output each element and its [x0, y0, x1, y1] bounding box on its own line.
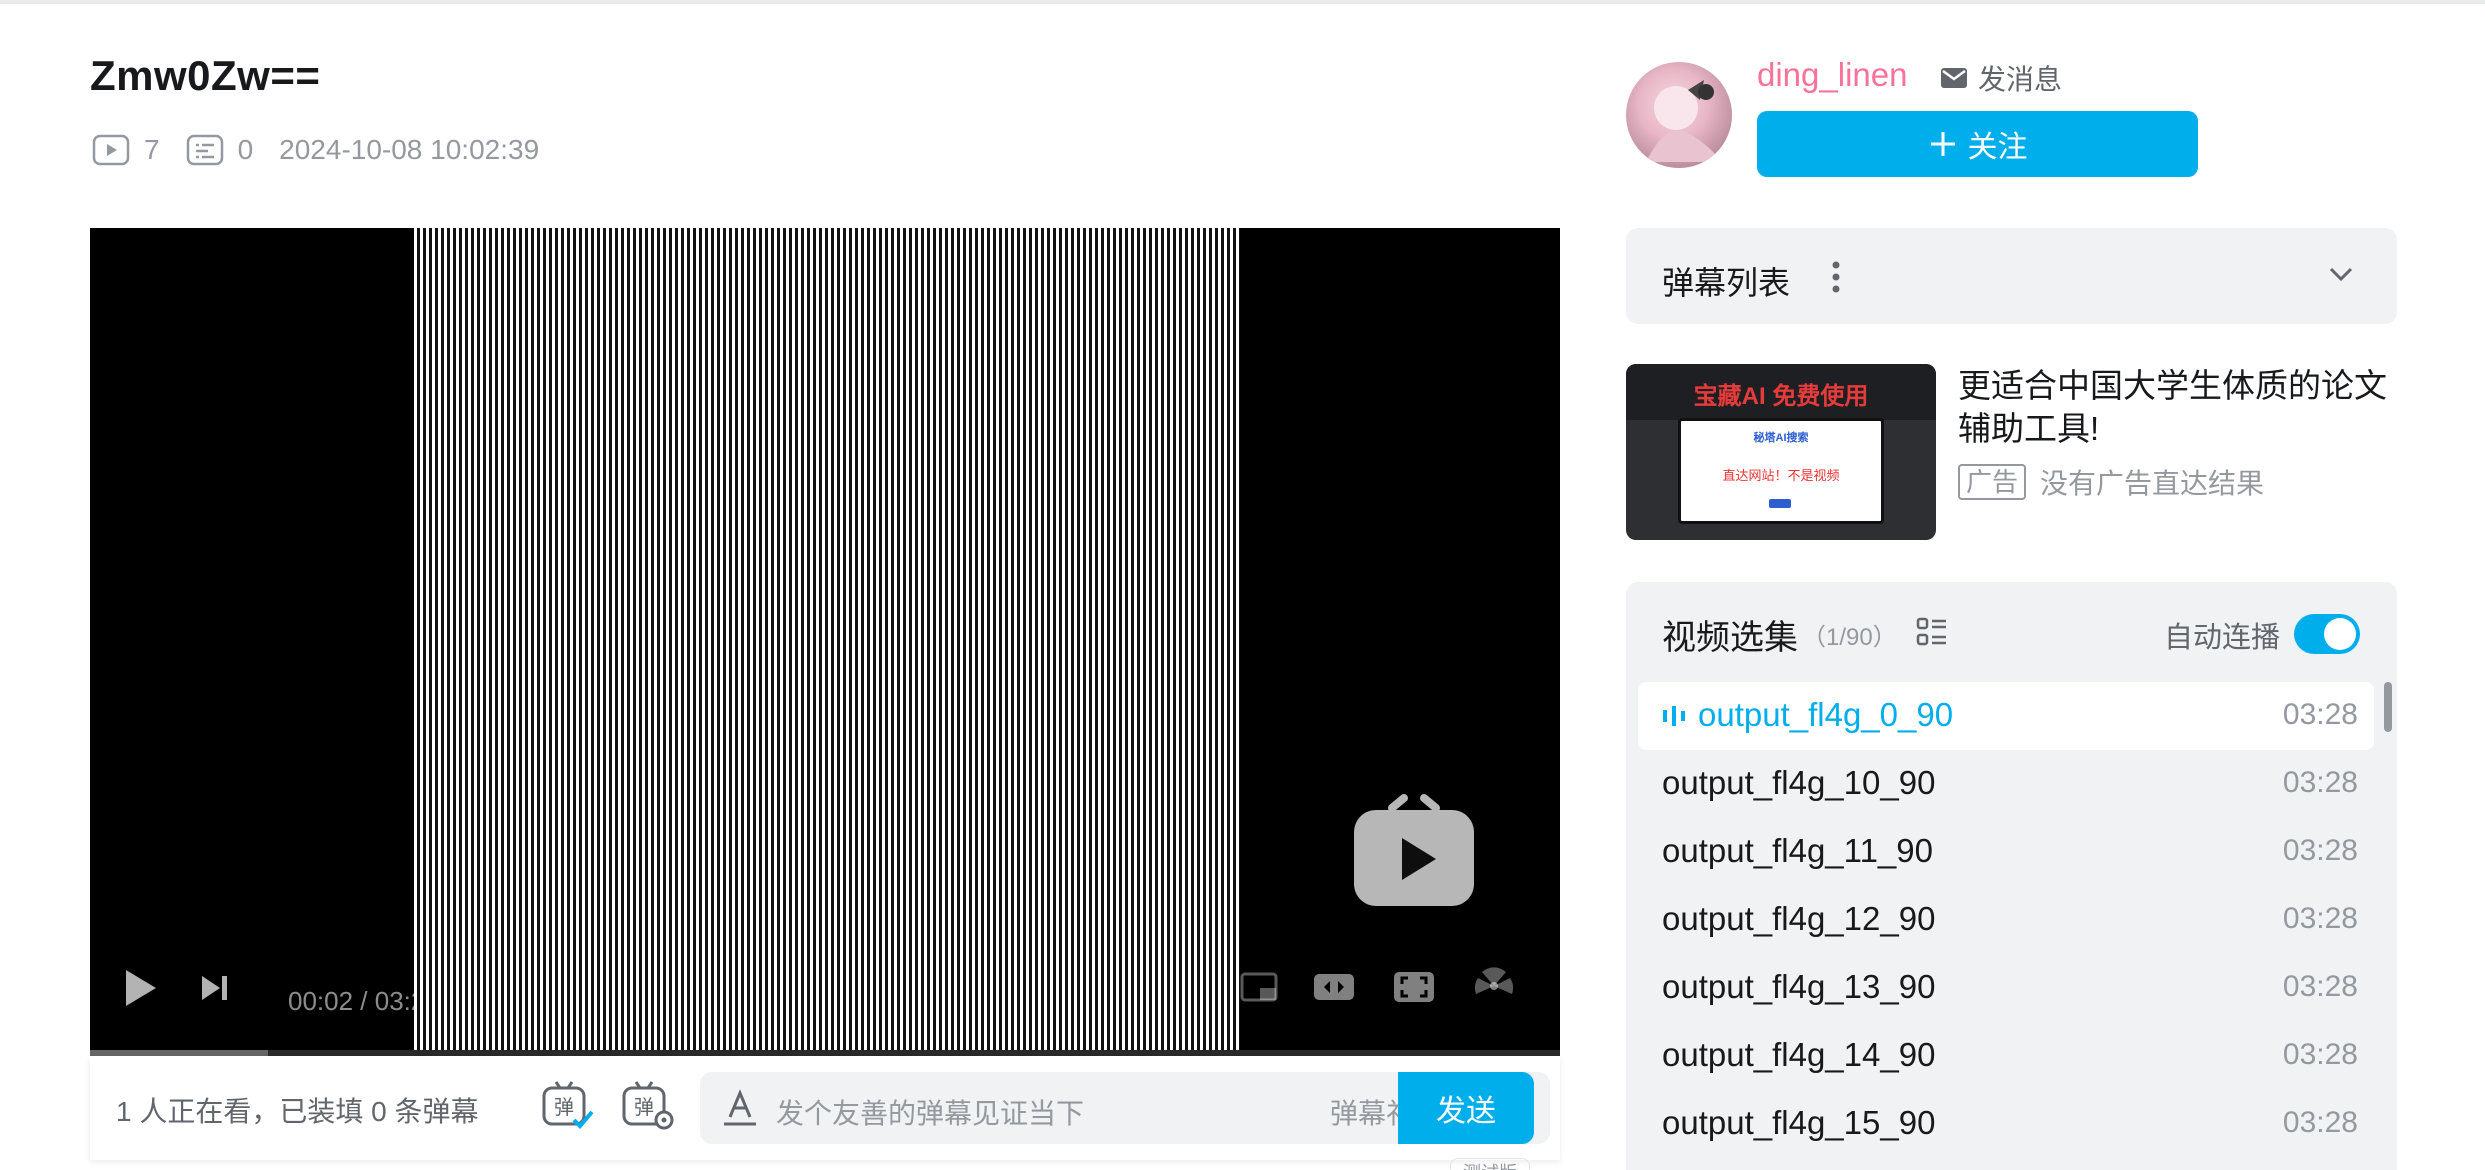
view-count-value: 7 [144, 134, 160, 165]
danmaku-toggle-icon[interactable]: 弹 [540, 1078, 596, 1134]
video-meta: 7 0 2024-10-08 10:02:39 [92, 130, 565, 170]
play-count-icon [92, 134, 130, 166]
episode-item-active[interactable]: output_fl4g_0_90 03:28 [1638, 682, 2374, 750]
now-playing-icon [1663, 706, 1685, 726]
uploader-avatar[interactable] [1626, 62, 1732, 168]
episode-item[interactable]: output_fl4g_14_90 03:28 [1638, 1022, 2374, 1090]
mail-icon [1941, 68, 1967, 88]
episode-duration: 03:28 [2282, 970, 2358, 1003]
danmaku-settings-icon[interactable]: 弹 [620, 1078, 676, 1134]
chevron-down-icon[interactable] [2328, 264, 2354, 284]
ad-title[interactable]: 更适合中国大学生体质的论文辅助工具! [1958, 364, 2398, 450]
danmaku-list-label: 弹幕列表 [1662, 265, 1791, 301]
danmaku-toggle-glyph: 弹 [554, 1095, 574, 1119]
episode-name: output_fl4g_13_90 [1662, 968, 1936, 1005]
ad-meta: 广告 没有广告直达结果 [1958, 462, 2264, 502]
beta-tag[interactable]: 测试版 [1450, 1158, 1530, 1170]
bilibili-tv-play-icon[interactable] [1352, 790, 1476, 908]
danmaku-list-panel[interactable]: 弹幕列表 [1626, 228, 2397, 324]
episode-item[interactable]: output_fl4g_15_90 03:28 [1638, 1090, 2374, 1158]
episode-duration: 03:28 [2282, 902, 2358, 935]
fullscreen-icon[interactable] [1472, 966, 1516, 1006]
uploader-name[interactable]: ding_linen [1757, 56, 1907, 94]
plus-icon [1930, 132, 1955, 156]
viewer-status: 1 人正在看，已装填 0 条弹幕 [116, 1096, 479, 1127]
danmaku-count-icon [186, 134, 223, 166]
episode-panel: 视频选集 （1/90） 自动连播 output_fl4g_0_90 03:28 … [1626, 582, 2397, 1170]
video-frame[interactable] [414, 228, 1240, 1056]
send-message-link[interactable]: 发消息 [1940, 58, 2062, 98]
episode-name: output_fl4g_11_90 [1662, 832, 1933, 869]
episode-duration: 03:28 [2282, 766, 2358, 799]
ad-thumbnail[interactable]: 宝藏AI 免费使用 秘塔AI搜索 直达网站！不是视频 [1626, 364, 1936, 540]
danmaku-style-icon[interactable] [722, 1089, 758, 1127]
picture-in-picture-icon[interactable] [1240, 966, 1280, 1006]
danmaku-settings-glyph: 弹 [634, 1095, 654, 1119]
episode-name: output_fl4g_0_90 [1698, 696, 1954, 733]
episode-duration: 03:28 [2282, 1106, 2358, 1139]
episode-count: （1/90） [1802, 624, 1897, 651]
episode-item[interactable]: output_fl4g_11_90 03:28 [1638, 818, 2374, 886]
ad-badge: 广告 [1958, 464, 2027, 500]
episode-list-scrollbar[interactable] [2384, 682, 2392, 732]
ad-card[interactable]: 宝藏AI 免费使用 秘塔AI搜索 直达网站！不是视频 更适合中国大学生体质的论文… [1626, 364, 2397, 542]
episode-duration: 03:28 [2282, 834, 2358, 867]
episode-duration: 03:28 [2282, 698, 2358, 731]
danmaku-count: 0 [186, 133, 254, 167]
player-time: 00:02 / 03:28 [288, 986, 416, 1016]
follow-button[interactable]: 关注 [1757, 111, 2198, 177]
episode-name: output_fl4g_10_90 [1662, 764, 1936, 801]
episode-name: output_fl4g_12_90 [1662, 900, 1936, 937]
follow-label: 关注 [1967, 131, 2028, 164]
autoplay-label: 自动连播 [2164, 622, 2281, 654]
view-count: 7 [92, 133, 160, 167]
danmaku-count-value: 0 [237, 134, 254, 165]
ad-thumbnail-title: 宝藏AI 免费使用 [1693, 383, 1869, 410]
episode-name: output_fl4g_15_90 [1662, 1104, 1936, 1141]
next-button[interactable] [198, 966, 232, 1010]
web-fullscreen-icon[interactable] [1392, 966, 1436, 1006]
danmaku-input-placeholder[interactable]: 发个友善的弹幕见证当下 [776, 1092, 1084, 1132]
play-button[interactable] [118, 966, 162, 1010]
more-options-icon[interactable] [1831, 260, 1841, 294]
send-message-label: 发消息 [1978, 64, 2063, 95]
episode-duration: 03:28 [2282, 1038, 2358, 1071]
wide-mode-icon[interactable] [1312, 966, 1356, 1006]
top-divider [0, 0, 2485, 4]
video-player[interactable]: 00:02 / 03:28 [90, 228, 1560, 1056]
episode-list: output_fl4g_0_90 03:28 output_fl4g_10_90… [1638, 682, 2374, 1158]
publish-time: 2024-10-08 10:02:39 [279, 134, 540, 165]
ad-thumbnail-brand: 秘塔AI搜索 [1753, 432, 1809, 444]
send-danmaku-button[interactable]: 发送 [1398, 1072, 1534, 1144]
autoplay-toggle-knob [2324, 618, 2356, 650]
ad-thumbnail-screen: 秘塔AI搜索 直达网站！不是视频 [1678, 418, 1884, 524]
ad-thumbnail-text: 直达网站！不是视频 [1722, 468, 1840, 483]
list-view-icon[interactable] [1916, 616, 1948, 648]
episode-item[interactable]: output_fl4g_10_90 03:28 [1638, 750, 2374, 818]
autoplay-toggle[interactable] [2294, 614, 2360, 654]
episode-name: output_fl4g_14_90 [1662, 1036, 1936, 1073]
avatar-art [1646, 80, 1722, 162]
episode-panel-title: 视频选集 [1662, 619, 1798, 657]
video-title: Zmw0Zw== [90, 52, 321, 99]
danmaku-sending-bar: 1 人正在看，已装填 0 条弹幕 弹 弹 发个友善的弹幕见证当下 弹幕礼仪 > … [90, 1056, 1560, 1160]
ad-thumbnail-button [1769, 499, 1791, 508]
ad-description: 没有广告直达结果 [2040, 468, 2265, 499]
episode-item[interactable]: output_fl4g_12_90 03:28 [1638, 886, 2374, 954]
episode-item[interactable]: output_fl4g_13_90 03:28 [1638, 954, 2374, 1022]
